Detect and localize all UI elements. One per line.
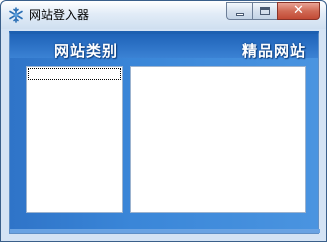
title-bar[interactable]: 网站登入器 ✕ xyxy=(1,1,326,29)
maximize-icon xyxy=(260,7,270,15)
window-title: 网站登入器 xyxy=(29,8,90,22)
maximize-button[interactable] xyxy=(252,2,277,20)
sites-header: 精品网站 xyxy=(242,42,307,60)
category-list[interactable] xyxy=(26,66,123,213)
minimize-button[interactable] xyxy=(226,2,252,20)
app-window: 网站登入器 ✕ 网站类别 精品网站 xyxy=(0,0,327,242)
minimize-icon xyxy=(235,12,244,16)
close-icon: ✕ xyxy=(293,3,304,18)
main-panel: 网站类别 精品网站 xyxy=(9,31,320,234)
snowflake-icon xyxy=(9,7,23,23)
focus-rectangle xyxy=(28,68,121,80)
category-header: 网站类别 xyxy=(54,42,119,60)
close-button[interactable]: ✕ xyxy=(277,2,320,20)
sites-list[interactable] xyxy=(130,66,306,213)
